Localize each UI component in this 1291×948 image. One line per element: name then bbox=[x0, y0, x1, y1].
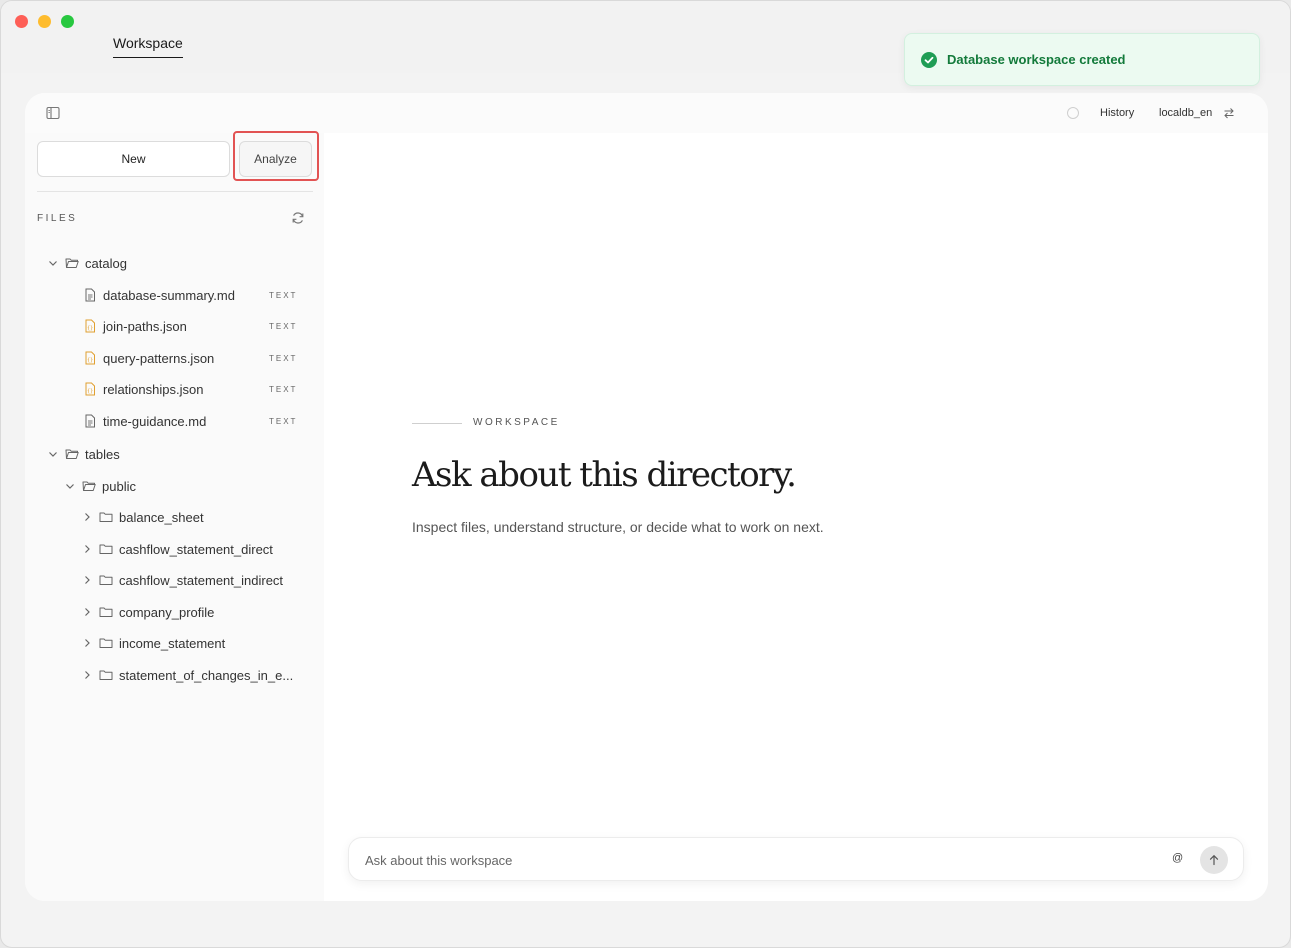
status-indicator-icon bbox=[1067, 107, 1079, 119]
tree-folder[interactable]: cashflow_statement_indirect bbox=[81, 570, 283, 590]
history-button[interactable]: History bbox=[1100, 107, 1134, 119]
tree-item-label: catalog bbox=[85, 255, 127, 271]
close-window-button[interactable] bbox=[15, 15, 28, 28]
folder-icon bbox=[99, 638, 113, 648]
tree-item-label: balance_sheet bbox=[119, 509, 204, 525]
page-subtitle: Inspect files, understand structure, or … bbox=[412, 519, 824, 535]
tree-item-label: statement_of_changes_in_e... bbox=[119, 667, 294, 683]
tree-item-label: cashflow_statement_indirect bbox=[119, 572, 284, 588]
tree-folder[interactable]: public bbox=[64, 476, 136, 496]
tree-item-label: query-patterns.json bbox=[103, 350, 215, 366]
eyebrow-divider bbox=[412, 423, 462, 424]
tree-folder[interactable]: tables bbox=[47, 444, 120, 464]
document-file-icon bbox=[85, 288, 95, 302]
analyze-button[interactable]: Analyze bbox=[239, 141, 312, 177]
svg-text:{}: {} bbox=[87, 358, 93, 364]
workspace-card: History localdb_en New Analyze FILES cat… bbox=[25, 93, 1268, 901]
tree-file[interactable]: {} join-paths.json bbox=[83, 316, 187, 336]
tree-item-label: income_statement bbox=[119, 635, 226, 651]
tree-item-label: join-paths.json bbox=[103, 318, 187, 334]
chevron-down-icon bbox=[49, 261, 57, 266]
chevron-right-icon bbox=[85, 608, 90, 616]
json-file-icon: {} bbox=[85, 319, 95, 333]
tree-item-label: tables bbox=[85, 446, 120, 462]
toast-message: Database workspace created bbox=[947, 52, 1126, 67]
app-window: Workspace Database workspace created His… bbox=[0, 0, 1291, 948]
tab-workspace[interactable]: Workspace bbox=[113, 35, 183, 58]
tree-folder[interactable]: catalog bbox=[47, 253, 127, 273]
folder-icon bbox=[99, 512, 113, 522]
json-file-icon: {} bbox=[85, 351, 95, 365]
folder-open-icon bbox=[65, 258, 79, 268]
tree-file[interactable]: time-guidance.md bbox=[83, 411, 206, 431]
tree-folder[interactable]: income_statement bbox=[81, 633, 225, 653]
folder-icon bbox=[99, 575, 113, 585]
mention-button[interactable]: @ bbox=[1172, 852, 1183, 864]
folder-icon bbox=[99, 670, 113, 680]
tree-item-label: company_profile bbox=[119, 604, 215, 620]
svg-text:{}: {} bbox=[87, 326, 93, 332]
folder-open-icon bbox=[82, 481, 96, 491]
tree-item-label: database-summary.md bbox=[103, 287, 235, 303]
tree-file[interactable]: {} relationships.json bbox=[83, 379, 203, 399]
zoom-window-button[interactable] bbox=[61, 15, 74, 28]
eyebrow-label: WORKSPACE bbox=[473, 417, 560, 428]
chevron-right-icon bbox=[85, 513, 90, 521]
database-selector[interactable]: localdb_en bbox=[1159, 107, 1212, 119]
tree-item-label: time-guidance.md bbox=[103, 413, 207, 429]
chevron-right-icon bbox=[85, 576, 90, 584]
chevron-down-icon bbox=[66, 484, 74, 489]
chat-composer: @ bbox=[348, 837, 1244, 881]
send-button[interactable] bbox=[1200, 846, 1228, 874]
check-circle-icon bbox=[921, 51, 937, 68]
tree-file[interactable]: database-summary.md bbox=[83, 285, 235, 305]
folder-open-icon bbox=[65, 449, 79, 459]
folder-icon bbox=[99, 607, 113, 617]
minimize-window-button[interactable] bbox=[38, 15, 51, 28]
tree-item-label: cashflow_statement_direct bbox=[119, 541, 273, 557]
file-type-badge: TEXT bbox=[269, 291, 298, 300]
chevron-right-icon bbox=[85, 545, 90, 553]
file-type-badge: TEXT bbox=[269, 417, 298, 426]
chat-input[interactable] bbox=[365, 850, 1145, 870]
json-file-icon: {} bbox=[85, 382, 95, 396]
card-header: History localdb_en bbox=[25, 93, 1268, 133]
new-button[interactable]: New bbox=[37, 141, 230, 177]
sidebar-divider bbox=[37, 191, 313, 192]
svg-text:{}: {} bbox=[87, 389, 93, 395]
file-sidebar: New Analyze FILES catalog database-summar… bbox=[25, 131, 324, 901]
main-panel: WORKSPACE Ask about this directory. Insp… bbox=[324, 133, 1268, 901]
swap-icon[interactable] bbox=[1223, 107, 1235, 119]
file-type-badge: TEXT bbox=[269, 354, 298, 363]
tree-item-label: public bbox=[102, 478, 136, 494]
files-section-label: FILES bbox=[37, 213, 78, 224]
folder-icon bbox=[99, 544, 113, 554]
refresh-icon[interactable] bbox=[291, 211, 305, 225]
toast-notification: Database workspace created bbox=[904, 33, 1260, 86]
chevron-right-icon bbox=[85, 671, 90, 679]
tree-item-label: relationships.json bbox=[103, 381, 204, 397]
tree-folder[interactable]: company_profile bbox=[81, 602, 214, 622]
file-type-badge: TEXT bbox=[269, 385, 298, 394]
document-file-icon bbox=[85, 414, 95, 428]
tree-folder[interactable]: statement_of_changes_in_e... bbox=[81, 665, 293, 685]
tree-folder[interactable]: balance_sheet bbox=[81, 507, 204, 527]
file-type-badge: TEXT bbox=[269, 322, 298, 331]
page-title: Ask about this directory. bbox=[412, 455, 797, 495]
tree-folder[interactable]: cashflow_statement_direct bbox=[81, 539, 273, 559]
tree-file[interactable]: {} query-patterns.json bbox=[83, 348, 214, 368]
chevron-right-icon bbox=[85, 639, 90, 647]
arrow-up-icon bbox=[1209, 854, 1219, 866]
chevron-down-icon bbox=[49, 452, 57, 457]
sidebar-toggle-icon[interactable] bbox=[46, 106, 60, 120]
